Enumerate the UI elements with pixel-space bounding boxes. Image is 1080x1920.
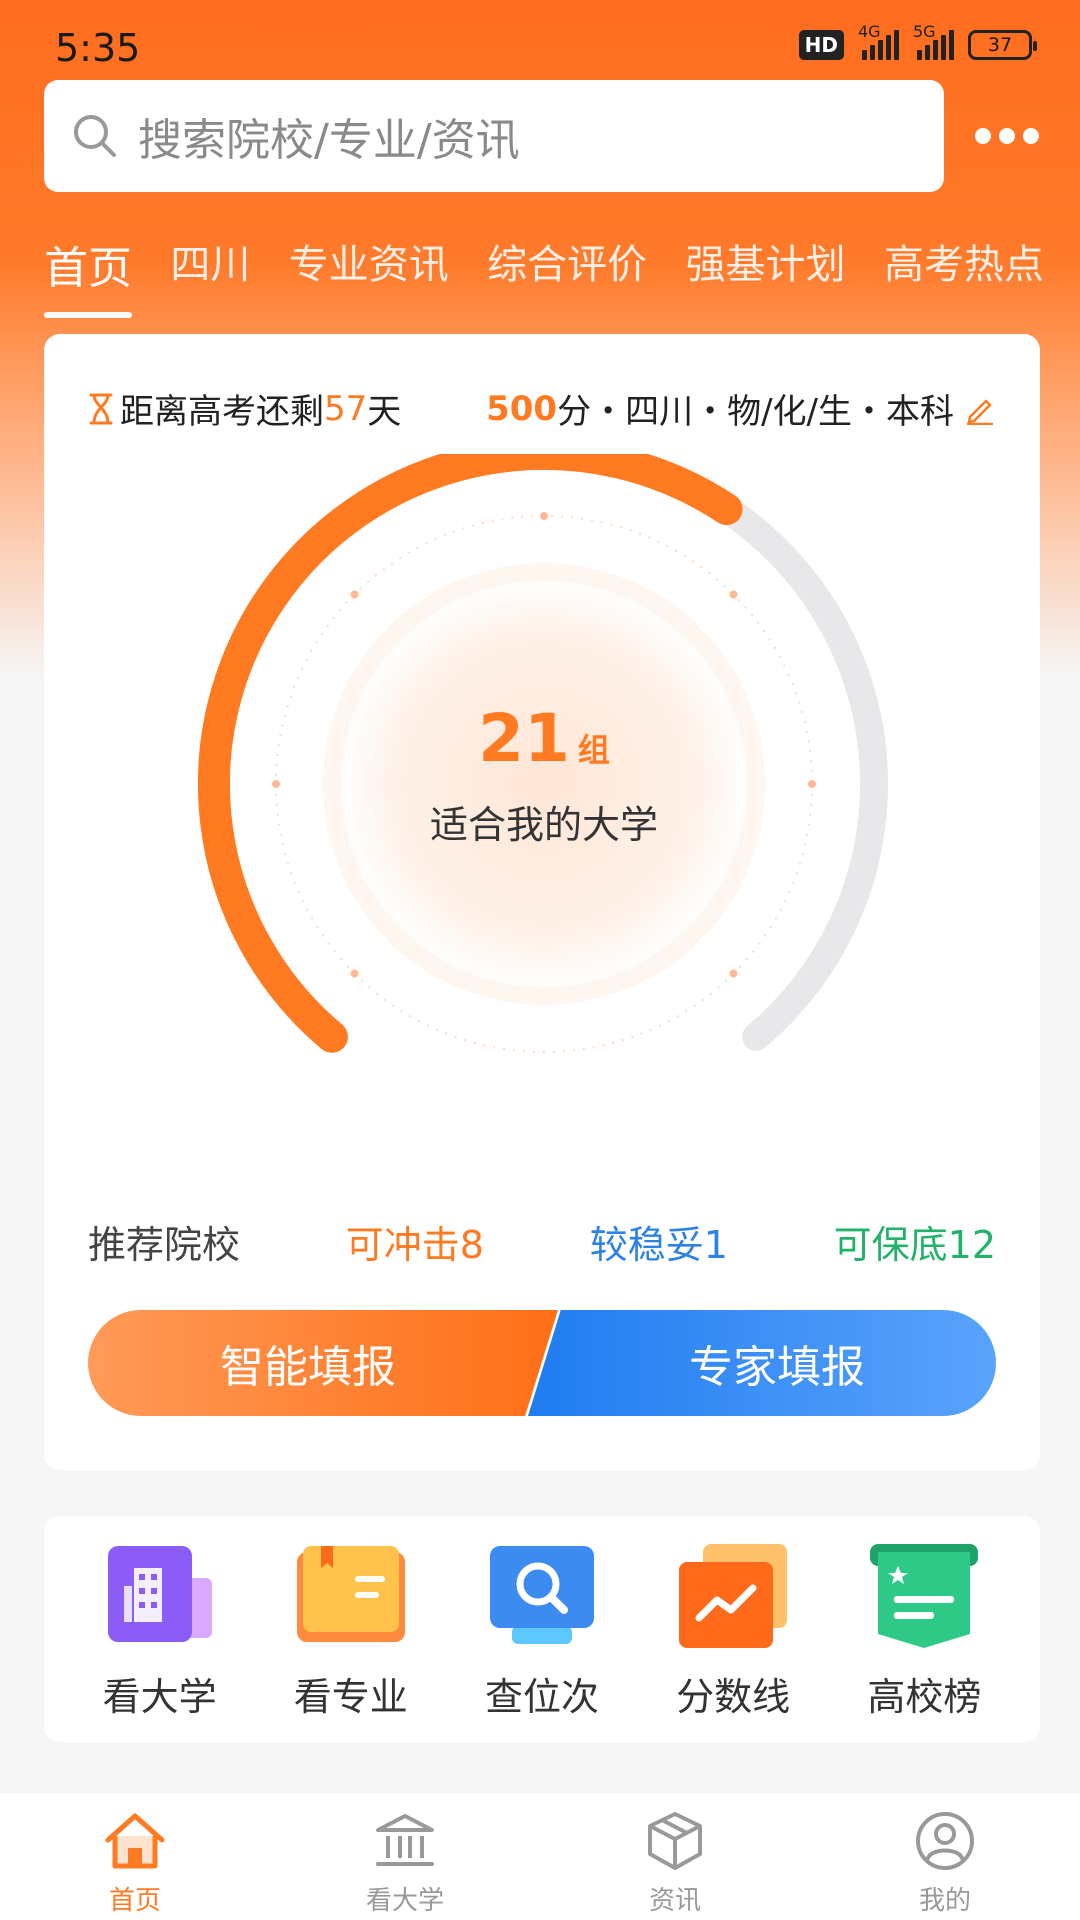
- signal-5g-icon: 5G: [913, 22, 954, 60]
- score-value: 500: [486, 388, 558, 429]
- quick-nav: 看大学 看专业 查位次 分数线 高校榜: [44, 1516, 1040, 1742]
- recommendation-card: 距离高考还剩 57 天 500 分・四川・物/化/生・本科 21 组 适合我的大…: [44, 334, 1040, 1470]
- reach-count[interactable]: 可冲击8: [346, 1214, 484, 1269]
- quick-nav-university-ranking[interactable]: 高校榜: [839, 1542, 1009, 1742]
- edit-pencil-icon[interactable]: [964, 393, 996, 425]
- countdown-prefix: 距离高考还剩: [120, 392, 324, 432]
- countdown-unit: 天: [367, 392, 402, 432]
- bottom-tab-home[interactable]: 首页: [35, 1808, 235, 1920]
- exam-countdown: 距离高考还剩 57 天: [88, 384, 401, 433]
- more-dot-icon: [1023, 128, 1039, 144]
- bottom-tab-bar: 首页 看大学 资讯 我的: [0, 1794, 1080, 1920]
- tab-major-news[interactable]: 专业资讯: [289, 232, 449, 302]
- quick-nav-label: 分数线: [676, 1675, 791, 1719]
- battery-level: 37: [987, 34, 1013, 56]
- bottom-tab-news[interactable]: 资讯: [575, 1808, 775, 1920]
- bottom-tab-label: 资讯: [648, 1886, 701, 1916]
- dial-tick: [729, 590, 738, 599]
- search-input[interactable]: 搜索院校/专业/资讯: [44, 80, 944, 192]
- bottom-tab-label: 首页: [108, 1886, 161, 1916]
- tab-strong-base-plan[interactable]: 强基计划: [686, 232, 846, 302]
- profile-text: 分・四川・物/化/生・本科: [557, 392, 954, 432]
- dial-tick: [272, 780, 280, 788]
- bottom-tab-label: 看大学: [365, 1886, 444, 1916]
- quick-nav-majors[interactable]: 看专业: [266, 1542, 436, 1742]
- search-icon: [74, 115, 116, 157]
- quick-nav-label: 查位次: [484, 1675, 599, 1719]
- match-count-value: 21: [478, 700, 570, 777]
- quick-nav-label: 高校榜: [867, 1675, 982, 1719]
- more-dot-icon: [999, 128, 1015, 144]
- quick-nav-score-lines[interactable]: 分数线: [648, 1542, 818, 1742]
- trend-chart-icon: [679, 1544, 788, 1648]
- home-icon: [105, 1813, 165, 1869]
- box-icon: [648, 1812, 702, 1870]
- tab-home[interactable]: 首页: [44, 232, 132, 318]
- status-indicators: HD 4G 5G 37: [798, 22, 1037, 60]
- tab-comprehensive-eval[interactable]: 综合评价: [487, 232, 647, 302]
- dial-tick: [350, 969, 359, 978]
- tab-sichuan[interactable]: 四川: [170, 232, 250, 302]
- recommend-title: 推荐院校: [88, 1223, 241, 1267]
- dial-tick: [808, 780, 816, 788]
- fill-buttons: 智能填报 专家填报: [88, 1310, 996, 1416]
- dial-tick: [350, 590, 359, 599]
- countdown-days: 57: [324, 388, 368, 429]
- profile-icon: [916, 1812, 974, 1870]
- expert-fill-button[interactable]: 专家填报: [528, 1310, 996, 1416]
- hd-badge: HD: [798, 30, 844, 60]
- match-count-unit: 组: [577, 731, 610, 769]
- score-profile[interactable]: 500 分・四川・物/化/生・本科: [486, 384, 996, 433]
- bottom-tab-label: 我的: [918, 1886, 971, 1916]
- network-label-4g: 4G: [858, 22, 881, 41]
- dial-tick: [729, 969, 738, 978]
- quick-nav-universities[interactable]: 看大学: [75, 1542, 245, 1742]
- search-monitor-icon: [489, 1546, 594, 1644]
- hourglass-icon: [89, 393, 113, 424]
- quick-nav-rank-lookup[interactable]: 查位次: [457, 1542, 627, 1742]
- smart-fill-button[interactable]: 智能填报: [88, 1310, 558, 1416]
- university-icon: [376, 1814, 434, 1866]
- ranking-badge-icon: [870, 1544, 979, 1648]
- network-label-5g: 5G: [913, 22, 936, 41]
- category-tabs: 首页 四川 专业资讯 综合评价 强基计划 高考热点: [44, 232, 1044, 318]
- match-count-stable[interactable]: 较稳妥1: [590, 1214, 728, 1269]
- quick-nav-label: 看大学: [102, 1675, 217, 1719]
- dial-tick: [540, 512, 548, 520]
- signal-4g-icon: 4G: [858, 22, 899, 60]
- search-placeholder: 搜索院校/专业/资讯: [138, 115, 520, 166]
- status-bar: 5:35 HD 4G 5G 37: [0, 0, 1080, 78]
- building-icon: [107, 1546, 212, 1642]
- more-dot-icon: [975, 128, 991, 144]
- tab-gaokao-hot[interactable]: 高考热点: [884, 232, 1044, 302]
- status-time: 5:35: [55, 26, 141, 70]
- open-book-icon: [296, 1546, 405, 1642]
- match-count: 21 组: [184, 700, 904, 777]
- bottom-tab-universities[interactable]: 看大学: [305, 1808, 505, 1920]
- match-dial[interactable]: 21 组 适合我的大学: [184, 454, 904, 1134]
- safety-count[interactable]: 可保底12: [834, 1214, 996, 1269]
- quick-nav-label: 看专业: [293, 1675, 408, 1719]
- more-button[interactable]: [972, 116, 1042, 156]
- battery-icon: 37: [968, 30, 1037, 60]
- match-caption: 适合我的大学: [429, 803, 658, 847]
- recommend-summary: 推荐院校 可冲击8 较稳妥1 可保底12: [88, 1214, 996, 1269]
- bottom-tab-profile[interactable]: 我的: [845, 1808, 1045, 1920]
